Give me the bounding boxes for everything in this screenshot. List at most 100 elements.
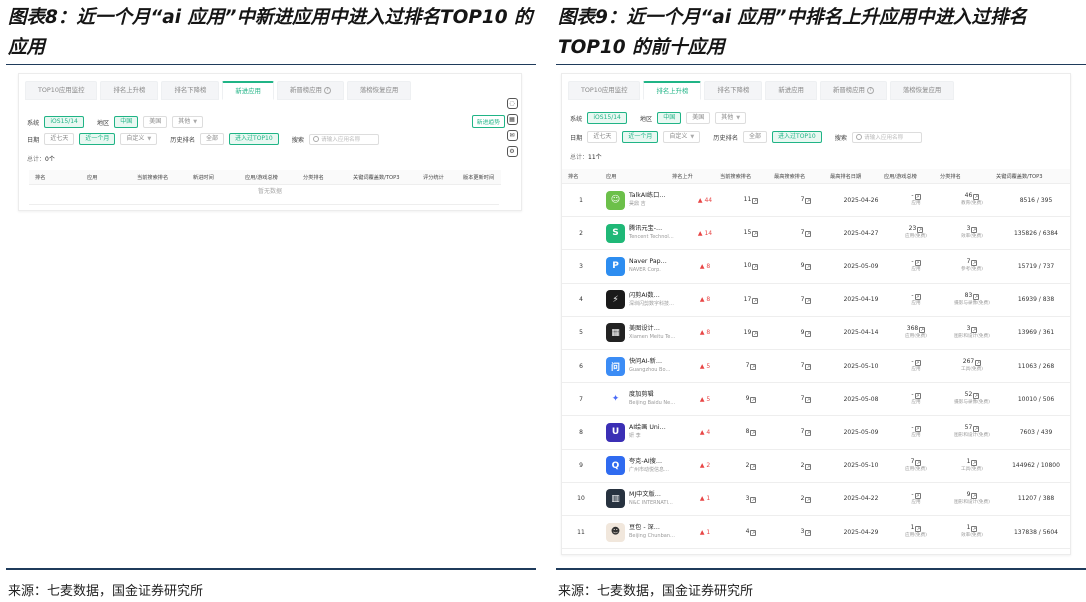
tab-5[interactable]: 落榜恢复应用 — [889, 81, 955, 100]
qrcode-icon[interactable]: ▦ — [506, 114, 518, 125]
column-header[interactable]: 当前搜索排名 — [714, 173, 768, 180]
column-header[interactable]: 最高搜索排名 — [768, 173, 824, 180]
settings-icon[interactable]: ⚙ — [506, 146, 518, 157]
app-icon[interactable]: ☻ — [606, 522, 625, 542]
chat-icon[interactable]: ◌ — [506, 98, 518, 109]
tab-0[interactable]: TOP10应用监控 — [25, 81, 98, 100]
app-icon[interactable]: ⚡ — [606, 290, 625, 310]
search-input[interactable]: 请输入应用名称 — [309, 133, 380, 145]
app-name[interactable]: 夸克-AI搜… — [629, 457, 669, 466]
chart-link-icon[interactable]: ↗ — [752, 264, 759, 271]
new-trend-button[interactable]: 新进趋势 — [471, 115, 505, 128]
chart-link-icon[interactable]: ↗ — [805, 463, 812, 470]
column-header[interactable]: 最高排名日期 — [824, 173, 878, 180]
tab-4[interactable]: 新晋榜应用? — [819, 81, 887, 100]
region-us-chip[interactable]: 美国 — [686, 112, 711, 124]
app-icon[interactable]: ✦ — [606, 389, 625, 409]
table-row[interactable]: 4 ⚡ 闪剪AI数… 深圳闪剪数字科技… ▲ 8 17 ↗ 7 ↗ 2025-04-19- ↗ 应用 8… — [562, 284, 1070, 317]
history-top10-chip[interactable]: 进入过TOP10 — [772, 131, 822, 143]
table-row[interactable]: 2 S 腾讯元宝-… Tencent Technol… ▲ 14 15 ↗ 7 ↗ 2025-04… — [562, 217, 1070, 251]
chart-link-icon[interactable]: ↗ — [750, 364, 757, 371]
app-icon[interactable]: Q — [606, 456, 625, 476]
app-name[interactable]: 腾讯元宝-… — [629, 224, 674, 233]
region-other-dropdown[interactable]: 其他 ▼ — [172, 116, 204, 128]
date-month-chip[interactable]: 近一个月 — [79, 133, 116, 145]
chart-link-icon[interactable]: ↗ — [805, 198, 812, 205]
chart-link-icon[interactable]: ↗ — [752, 330, 759, 337]
chart-link-icon[interactable]: ↗ — [805, 330, 812, 337]
tab-1[interactable]: 排名上升榜 — [100, 81, 159, 100]
app-icon[interactable]: P — [606, 256, 625, 276]
table-row[interactable]: 9 Q 夸克-AI搜… 广州市动悦信息… ▲ 2 2 ↗ 2 ↗ 2025-05-10 7 ↗ 应用(免… — [562, 450, 1070, 483]
column-header[interactable]: 应用 — [600, 173, 666, 180]
chart-link-icon[interactable]: ↗ — [971, 492, 978, 499]
table-row[interactable]: 10 ▥ MJ中文版… N&C INTERNATI… ▲ 1 3 ↗ 2 ↗ 2025-04-22… — [562, 483, 1070, 516]
chart-link-icon[interactable]: ↗ — [750, 397, 757, 404]
tab-3[interactable]: 新进应用 — [222, 81, 274, 100]
tab-3[interactable]: 新进应用 — [765, 81, 817, 100]
history-all-chip[interactable]: 全部 — [743, 131, 768, 143]
tab-0[interactable]: TOP10应用监控 — [568, 81, 641, 100]
chart-link-icon[interactable]: ↗ — [750, 463, 757, 470]
chart-link-icon[interactable]: ↗ — [752, 198, 759, 205]
table-row[interactable]: 11 ☻ 豆包 - 深… Beijing Chunban… ▲ 1 4 ↗ 3 ↗ 2025-04… — [562, 516, 1070, 550]
date-custom-dropdown[interactable]: 自定义 ▼ — [120, 133, 158, 145]
chart-link-icon[interactable]: ↗ — [750, 530, 757, 537]
column-header[interactable]: 评分统计 — [417, 174, 457, 181]
column-header[interactable]: 应用/游戏总榜 — [239, 174, 297, 181]
app-name[interactable]: 快问AI-新… — [629, 357, 671, 366]
column-header[interactable]: 排名 — [562, 173, 600, 180]
column-header[interactable]: 版本更新时间 — [457, 174, 501, 181]
app-icon[interactable]: U — [606, 422, 625, 442]
column-header[interactable]: 分类排名 — [297, 174, 347, 181]
column-header[interactable]: 排名 — [29, 174, 81, 181]
tab-2[interactable]: 排名下降榜 — [704, 81, 763, 100]
chart-link-icon[interactable]: ↗ — [805, 496, 812, 503]
app-name[interactable]: Naver Pap… — [629, 257, 667, 266]
chart-link-icon[interactable]: ↗ — [919, 326, 926, 333]
chart-link-icon[interactable]: ↗ — [750, 430, 757, 437]
date-month-chip[interactable]: 近一个月 — [622, 131, 659, 143]
table-row[interactable]: 1 ☺ TalkAI练口… 昊鼎 吉 ▲ 44 11 ↗ 7 ↗ 2025-04-26- ↗ 应用 46… — [562, 184, 1070, 218]
chart-link-icon[interactable]: ↗ — [971, 459, 978, 466]
column-header[interactable]: 关键词覆盖数/TOP3 — [990, 173, 1070, 180]
help-icon[interactable]: ? — [323, 86, 331, 94]
chart-link-icon[interactable]: ↗ — [805, 297, 812, 304]
system-chip[interactable]: iOS15/14 — [44, 116, 84, 128]
column-header[interactable]: 分类排名 — [934, 173, 990, 180]
region-china-chip[interactable]: 中国 — [114, 116, 139, 128]
chart-link-icon[interactable]: ↗ — [750, 496, 757, 503]
app-name[interactable]: AI绘画 Uni… — [629, 423, 666, 432]
app-name[interactable]: MJ中文版… — [629, 490, 673, 499]
chart-link-icon[interactable]: ↗ — [805, 530, 812, 537]
chart-link-icon[interactable]: ↗ — [805, 231, 812, 238]
search-input[interactable]: 请输入应用名称 — [852, 131, 923, 143]
chart-link-icon[interactable]: ↗ — [805, 430, 812, 437]
column-header[interactable]: 新进时间 — [187, 174, 239, 181]
column-header[interactable]: 排名上升 — [666, 173, 714, 180]
chart-link-icon[interactable]: ↗ — [752, 297, 759, 304]
help-icon[interactable]: ? — [866, 86, 874, 94]
system-chip[interactable]: iOS15/14 — [587, 112, 627, 124]
app-icon[interactable]: 问 — [606, 356, 625, 376]
date-7days-chip[interactable]: 近七天 — [44, 133, 75, 145]
region-china-chip[interactable]: 中国 — [657, 112, 682, 124]
app-name[interactable]: 度加剪辑 — [629, 390, 675, 399]
table-row[interactable]: 5 ▦ 美图设计… Xiamen Meitu Te… ▲ 8 19 ↗ 9 ↗ 2025-04-1… — [562, 317, 1070, 350]
column-header[interactable]: 应用 — [81, 174, 131, 181]
mail-icon[interactable]: ✉ — [506, 130, 518, 141]
tab-5[interactable]: 落榜恢复应用 — [346, 81, 412, 100]
tab-4[interactable]: 新晋榜应用? — [276, 81, 344, 100]
app-icon[interactable]: S — [606, 223, 625, 243]
region-us-chip[interactable]: 美国 — [143, 116, 168, 128]
table-row[interactable]: 7 ✦ 度加剪辑 Beijing Baidu Ne… ▲ 5 9 ↗ 7 ↗ 2025-05-08… — [562, 383, 1070, 417]
chart-link-icon[interactable]: ↗ — [914, 293, 921, 300]
app-icon[interactable]: ▥ — [606, 489, 625, 509]
chart-link-icon[interactable]: ↗ — [971, 326, 978, 333]
app-name[interactable]: TalkAI练口… — [629, 191, 665, 200]
column-header[interactable]: 应用/游戏总榜 — [878, 173, 934, 180]
app-name[interactable]: 豆包 - 深… — [629, 523, 675, 532]
column-header[interactable]: 关键词覆盖数/TOP3 — [347, 174, 417, 181]
app-icon[interactable]: ☺ — [606, 190, 625, 210]
column-header[interactable]: 当前搜索排名 — [131, 174, 187, 181]
